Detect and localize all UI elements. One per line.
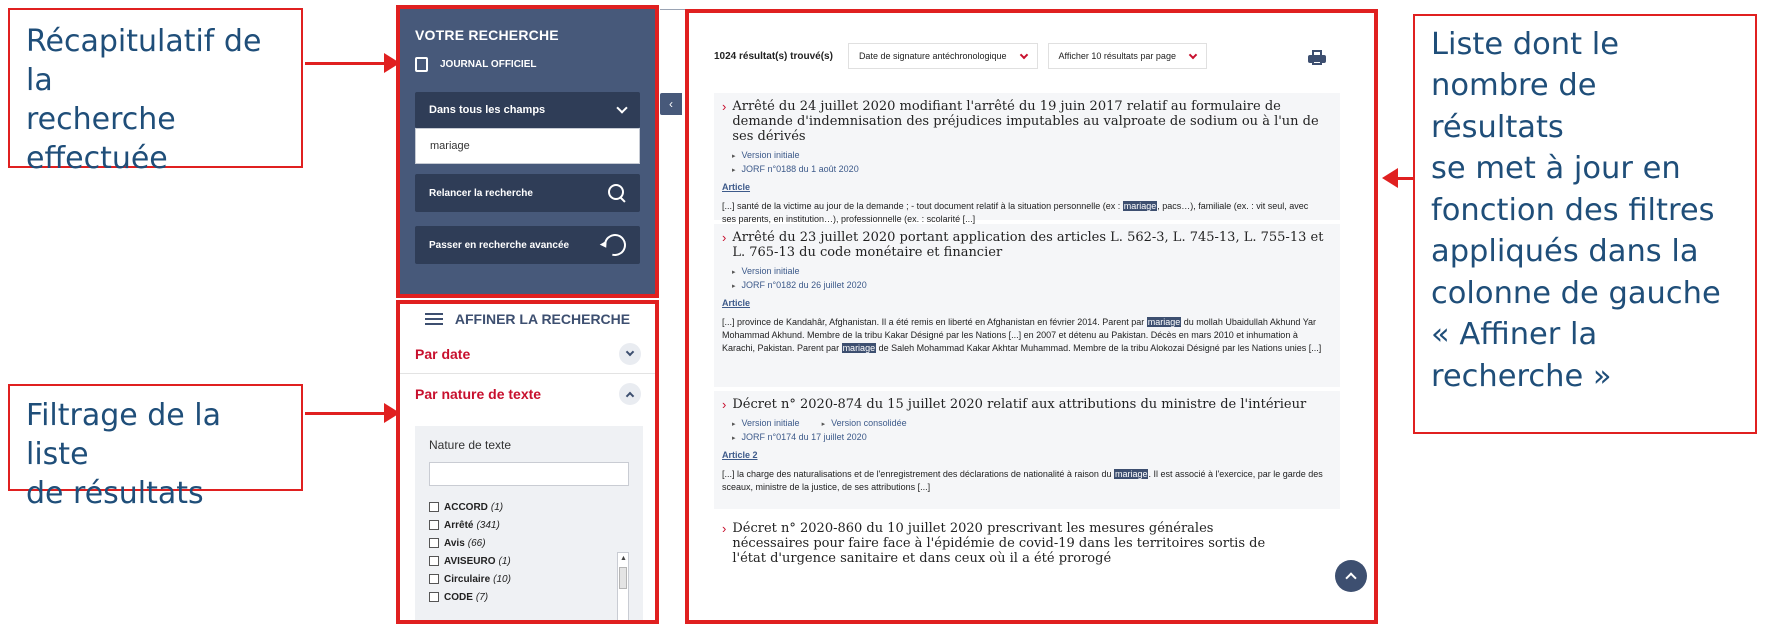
field-select-value: Dans tous les champs [429,104,546,116]
search-icon [608,184,626,202]
version-link[interactable]: Version initiale [732,150,800,160]
results-panel: 1024 résultat(s) trouvé(s) Date de signa… [689,13,1374,624]
jorf-link[interactable]: JORF n°0174 du 17 juillet 2020 [732,432,867,442]
summary-title: VOTRE RECHERCHE [415,27,559,43]
result-snippet: [...] province de Kandahâr, Afghanistan.… [722,317,1322,353]
chevron-down-icon [1019,50,1028,59]
document-icon [415,57,428,72]
jorf-link[interactable]: JORF n°0188 du 1 août 2020 [732,164,859,174]
scroll-thumb[interactable] [619,567,627,589]
filter-by-nature[interactable]: Par nature de texte [400,374,655,414]
result-meta: JORF n°0174 du 17 juillet 2020 [722,432,1332,442]
query-value: mariage [430,140,470,152]
annotation-summary: Récapitulatif de la recherche effectuée [8,8,303,176]
result-meta: JORF n°0188 du 1 août 2020 [722,164,1332,174]
advanced-label: Passer en recherche avancée [429,239,570,251]
checkbox[interactable] [429,520,439,530]
result-snippet: [...] santé de la victime au jour de la … [722,201,1309,224]
results-count: 1024 résultat(s) trouvé(s) [714,50,833,62]
highlight-term: mariage [1113,469,1149,479]
checkbox[interactable] [429,538,439,548]
checkbox-item[interactable]: Avis (66) [429,534,629,552]
result-snippet: [...] la charge des naturalisations et d… [722,469,1323,492]
nature-scrollbar[interactable]: ▲ [617,552,629,624]
arrow-left-icon [1382,168,1413,188]
result-title-link[interactable]: › Décret n° 2020-860 du 10 juillet 2020 p… [722,521,1332,566]
divider [660,9,688,10]
result-title-link[interactable]: › Arrêté du 23 juillet 2020 portant appli… [722,230,1332,260]
per-page-select[interactable]: Afficher 10 résultats par page [1047,43,1207,69]
jorf-link[interactable]: JORF n°0182 du 26 juillet 2020 [732,280,867,290]
consolidated-version-link[interactable]: Version consolidée [822,418,907,428]
result-item: › Arrêté du 24 juillet 2020 modifiant l'a… [714,93,1340,224]
result-item: › Décret n° 2020-874 du 15 juillet 2020 r… [714,391,1340,509]
checkbox[interactable] [429,592,439,602]
chevron-up-icon [1345,572,1357,584]
annotation-results: Liste dont le nombre de résultats se met… [1413,14,1757,434]
collapse-sidebar-button[interactable]: ‹ [660,93,682,115]
highlight-term: mariage [841,343,877,353]
nature-filter-box: Nature de texte ACCORD (1) Arrêté (341) Av… [415,426,643,624]
scroll-to-top-button[interactable] [1335,560,1367,592]
checkbox[interactable] [429,556,439,566]
sort-select[interactable]: Date de signature antéchronologique [847,43,1038,69]
arrow-right-icon [305,403,400,423]
annotation-filter: Filtrage de la liste de résultats [8,384,303,511]
checkbox-item[interactable]: AVISEURO (1) [429,552,629,570]
chevron-down-icon [616,102,628,114]
article-link[interactable]: Article [722,182,1332,192]
version-link[interactable]: Version initiale [732,418,800,428]
checkbox-item[interactable]: Arrêté (341) [429,516,629,534]
result-meta: Version initiale [722,150,1332,160]
result-meta: Version initiale Version consolidée [722,418,1332,428]
result-meta: Version initiale [722,266,1332,276]
checkbox-item[interactable]: CODE (7) [429,588,629,606]
refine-title: AFFINER LA RECHERCHE [400,304,655,334]
filter-date-label: Par date [415,345,471,362]
refine-panel: AFFINER LA RECHERCHE Par date Par nature… [400,304,655,624]
chevron-down-icon [619,342,641,365]
results-toolbar: 1024 résultat(s) trouvé(s) Date de signa… [714,43,1217,69]
checkbox[interactable] [429,574,439,584]
source-text: JOURNAL OFFICIEL [440,59,537,70]
source-label: JOURNAL OFFICIEL [415,57,640,72]
nature-search-input[interactable] [429,462,629,486]
result-title-link[interactable]: › Arrêté du 24 juillet 2020 modifiant l'a… [722,99,1332,144]
sliders-icon [424,312,443,326]
result-title-link[interactable]: › Décret n° 2020-874 du 15 juillet 2020 r… [722,397,1332,412]
field-select[interactable]: Dans tous les champs [415,92,640,128]
advanced-search-button[interactable]: Passer en recherche avancée [415,226,640,264]
result-meta: JORF n°0182 du 26 juillet 2020 [722,280,1332,290]
relaunch-search-button[interactable]: Relancer la recherche [415,174,640,212]
arrow-right-icon [305,53,400,73]
checkbox-item[interactable]: Circulaire (10) [429,570,629,588]
nature-label: Nature de texte [429,438,512,452]
scroll-up-icon[interactable]: ▲ [620,555,627,562]
query-input[interactable]: mariage [415,128,640,164]
reset-icon [599,229,631,261]
result-item: › Arrêté du 23 juillet 2020 portant appli… [714,224,1340,387]
version-link[interactable]: Version initiale [732,266,800,276]
relaunch-label: Relancer la recherche [429,187,533,199]
article-link[interactable]: Article 2 [722,450,1332,460]
highlight-term: mariage [1122,201,1158,211]
article-link[interactable]: Article [722,298,1332,308]
chevron-up-icon [619,383,641,405]
result-item: › Décret n° 2020-860 du 10 juillet 2020 p… [714,515,1340,624]
chevron-down-icon [1188,50,1198,59]
filter-nature-label: Par nature de texte [415,386,542,402]
checkbox-item[interactable]: ACCORD (1) [429,498,629,516]
checkbox[interactable] [429,502,439,512]
nature-checklist: ACCORD (1) Arrêté (341) Avis (66) AVISEURO(… [429,498,629,606]
search-summary-panel: VOTRE RECHERCHE JOURNAL OFFICIEL Dans to… [400,9,655,294]
highlight-term: mariage [1146,317,1182,327]
filter-by-date[interactable]: Par date [400,334,655,374]
refine-title-text: AFFINER LA RECHERCHE [454,311,631,327]
print-icon[interactable] [1308,50,1326,65]
